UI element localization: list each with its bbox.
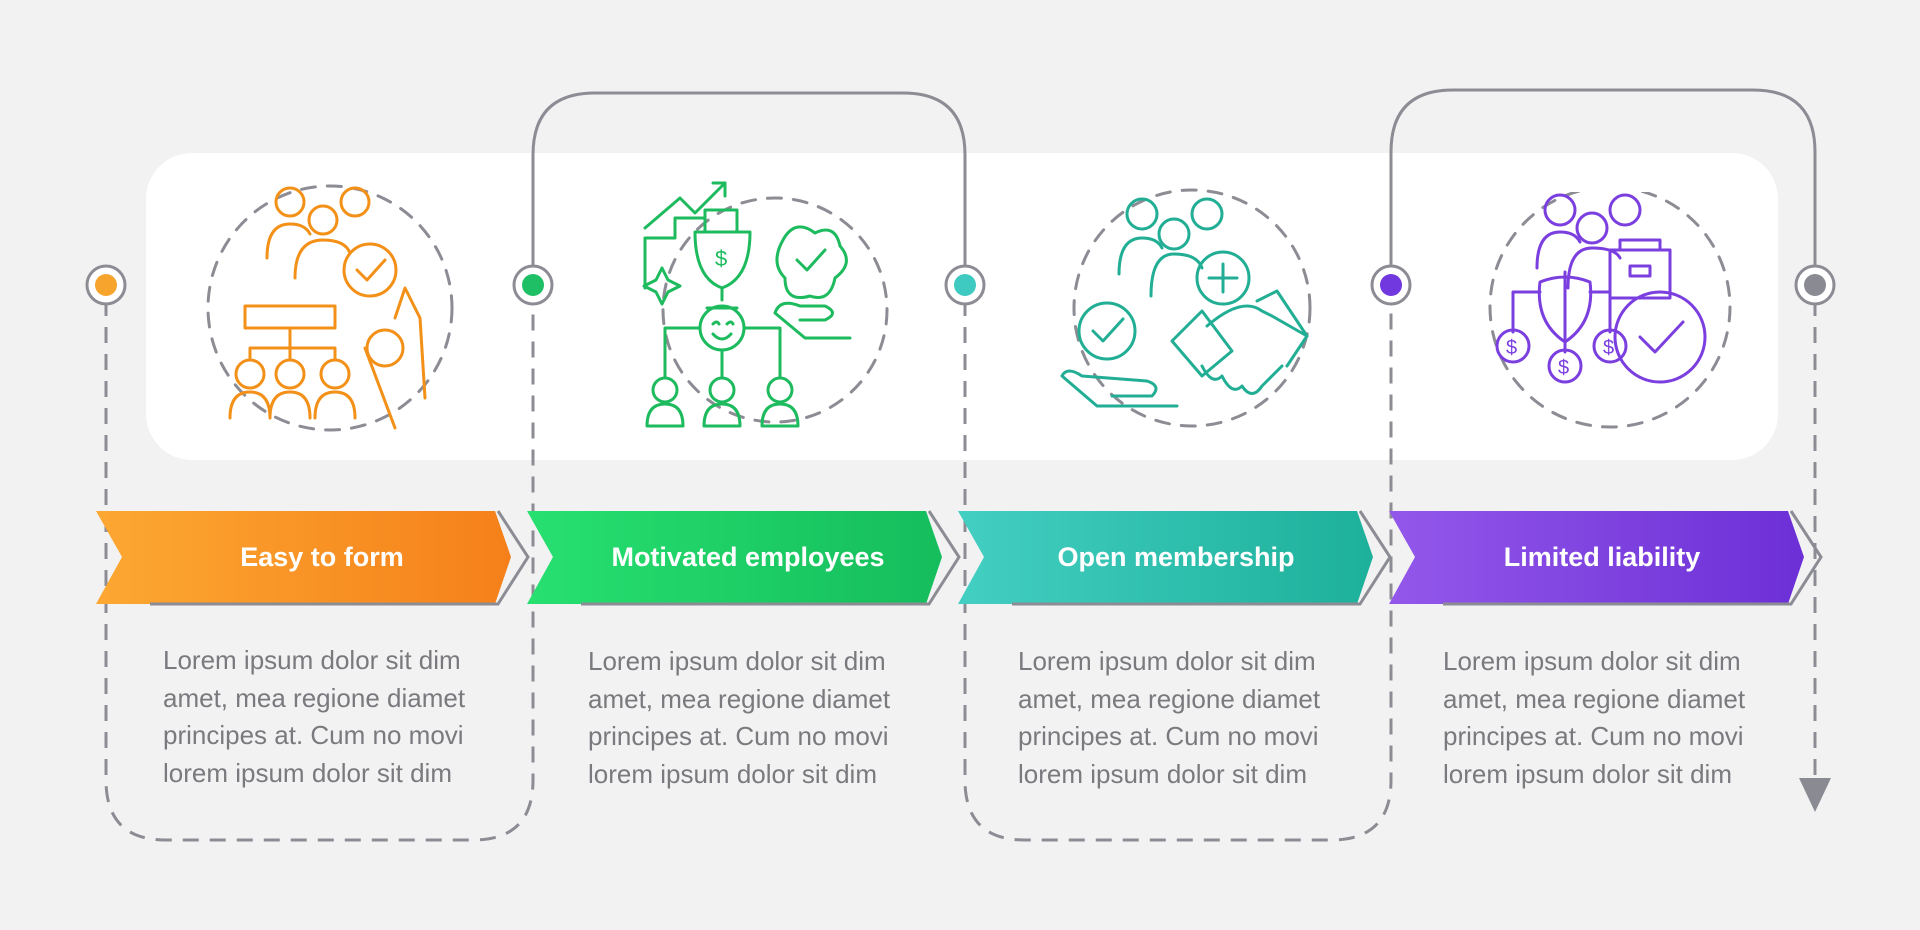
shield-money-briefcase-icon: $ $ $ [1470,185,1740,452]
step-label-1: Easy to form [240,542,404,572]
svg-text:$: $ [1603,337,1614,359]
step-description-4: Lorem ipsum dolor sit dim amet, mea regi… [1443,646,1746,789]
step-label-2: Motivated employees [611,542,885,572]
timeline-dot-2 [512,264,554,306]
svg-text:$: $ [715,246,727,271]
group-add-handshake-icon [1057,186,1327,446]
timeline-dot-end [1794,264,1836,306]
step-label-3: Open membership [1057,542,1295,572]
team-structure-approval-icon [195,178,465,438]
timeline-dot-4 [1370,264,1412,306]
svg-text:$: $ [1506,337,1517,359]
step-description-1: Lorem ipsum dolor sit dim amet, mea regi… [163,645,466,788]
svg-text:$: $ [1558,357,1569,379]
step-description-3: Lorem ipsum dolor sit dim amet, mea regi… [1018,646,1321,789]
trophy-reward-team-icon: $ [625,178,895,438]
timeline-dot-3 [944,264,986,306]
timeline-dot-1 [85,264,127,306]
step-label-4: Limited liability [1503,542,1701,572]
step-description-2: Lorem ipsum dolor sit dim amet, mea regi… [588,646,891,789]
arrow-down-icon [1799,778,1831,812]
